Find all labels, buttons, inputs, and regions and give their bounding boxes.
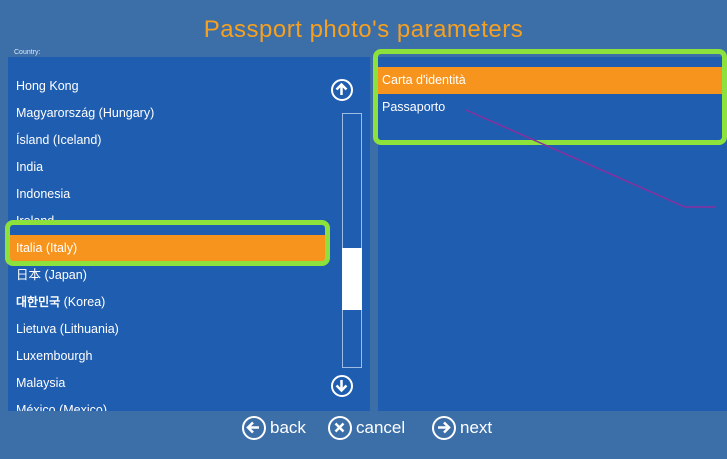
country-item-korea[interactable]: 대한민국 (Korea) — [8, 289, 328, 316]
document-list[interactable]: Carta d'identità Passaporto — [378, 57, 727, 411]
country-label: Country: — [14, 49, 41, 56]
country-item-india[interactable]: India — [8, 154, 328, 181]
country-item-hungary[interactable]: Magyarország (Hungary) — [8, 100, 328, 127]
country-item-japan[interactable]: 日本 (Japan) — [8, 262, 328, 289]
close-icon — [328, 416, 352, 440]
next-button[interactable]: next — [432, 413, 492, 443]
country-item-italy[interactable]: Italia (Italy) — [8, 235, 328, 262]
country-english-name: (Korea) — [60, 295, 106, 309]
document-label: Document: — [383, 49, 417, 56]
next-label: next — [460, 418, 493, 437]
country-item-malaysia[interactable]: Malaysia — [8, 370, 328, 397]
country-item-iceland[interactable]: Ísland (Iceland) — [8, 127, 328, 154]
arrow-down-icon — [335, 380, 348, 393]
cancel-button[interactable]: cancel — [328, 413, 405, 443]
country-native-name: 대한민국 — [16, 295, 61, 309]
document-item-carta-identita[interactable]: Carta d'identità — [378, 67, 727, 94]
arrow-right-icon — [432, 416, 456, 440]
scroll-down-button[interactable] — [331, 375, 353, 397]
arrow-left-icon — [242, 416, 266, 440]
scroll-up-button[interactable] — [331, 79, 353, 101]
back-label: back — [270, 418, 306, 437]
country-scrollbar-track[interactable] — [342, 113, 362, 368]
country-item-indonesia[interactable]: Indonesia — [8, 181, 328, 208]
country-list[interactable]: Hong Kong Magyarország (Hungary) Ísland … — [8, 57, 370, 411]
country-scrollbar-thumb[interactable] — [342, 248, 362, 310]
back-button[interactable]: back — [242, 413, 306, 443]
country-item-luxembourgh[interactable]: Luxembourgh — [8, 343, 328, 370]
country-item-ireland[interactable]: Ireland — [8, 208, 328, 235]
cancel-label: cancel — [356, 418, 406, 437]
document-item-passaporto[interactable]: Passaporto — [378, 94, 727, 121]
country-item-hong-kong[interactable]: Hong Kong — [8, 73, 328, 100]
country-item-mexico[interactable]: México (Mexico) — [8, 397, 328, 411]
page-title: Passport photo's parameters — [203, 16, 524, 43]
country-item-lithuania[interactable]: Lietuva (Lithuania) — [8, 316, 328, 343]
arrow-up-icon — [335, 82, 348, 95]
